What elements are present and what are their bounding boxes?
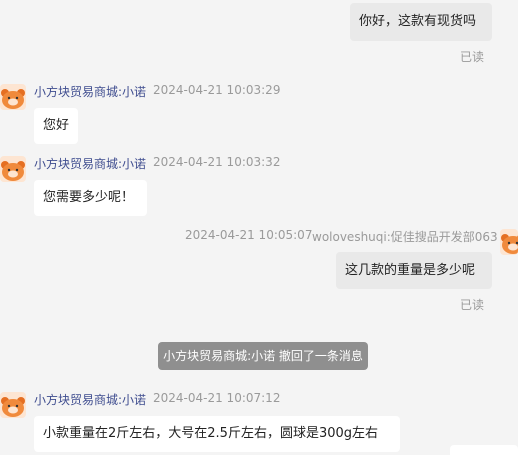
sender-name: 小方块贸易商城:小诺	[34, 157, 147, 171]
incoming-message-bubble[interactable]: 小款重量在2斤左右，大号在2.5斤左右，圆球是300g左右	[34, 416, 400, 452]
bear-avatar-icon[interactable]	[500, 229, 518, 255]
message-timestamp: 2024-04-21 10:05:07	[185, 228, 313, 242]
message-timestamp: 2024-04-21 10:07:12	[153, 391, 281, 405]
read-status: 已读	[460, 298, 485, 312]
read-status: 已读	[460, 50, 485, 64]
outgoing-message-bubble[interactable]: 你好，这款有现货吗	[350, 3, 492, 41]
sender-name: woloveshuqi:促佳搜品开发部063	[312, 230, 498, 244]
bear-avatar-icon[interactable]	[0, 84, 26, 110]
bear-avatar-icon[interactable]	[0, 392, 26, 418]
message-text: 您好	[43, 118, 70, 133]
incoming-message-bubble[interactable]: 您需要多少呢！	[34, 180, 147, 216]
message-text: 小款重量在2斤左右，大号在2.5斤左右，圆球是300g左右	[43, 426, 379, 441]
message-text: 这几款的重量是多少呢	[345, 263, 476, 278]
incoming-message-bubble[interactable]: 您好	[34, 108, 78, 144]
outgoing-message-bubble[interactable]: 这几款的重量是多少呢	[336, 252, 492, 289]
message-timestamp: 2024-04-21 10:03:29	[153, 83, 281, 97]
message-timestamp: 2024-04-21 10:03:32	[153, 155, 281, 169]
message-text: 您需要多少呢！	[43, 190, 135, 205]
partial-card	[450, 445, 518, 455]
sender-name: 小方块贸易商城:小诺	[34, 393, 147, 407]
bear-avatar-icon[interactable]	[0, 156, 26, 182]
recall-notice-text: 小方块贸易商城:小诺 撤回了一条消息	[163, 349, 363, 363]
message-text: 你好，这款有现货吗	[359, 14, 477, 29]
recall-notice: 小方块贸易商城:小诺 撤回了一条消息	[158, 342, 368, 370]
sender-name: 小方块贸易商城:小诺	[34, 85, 147, 99]
